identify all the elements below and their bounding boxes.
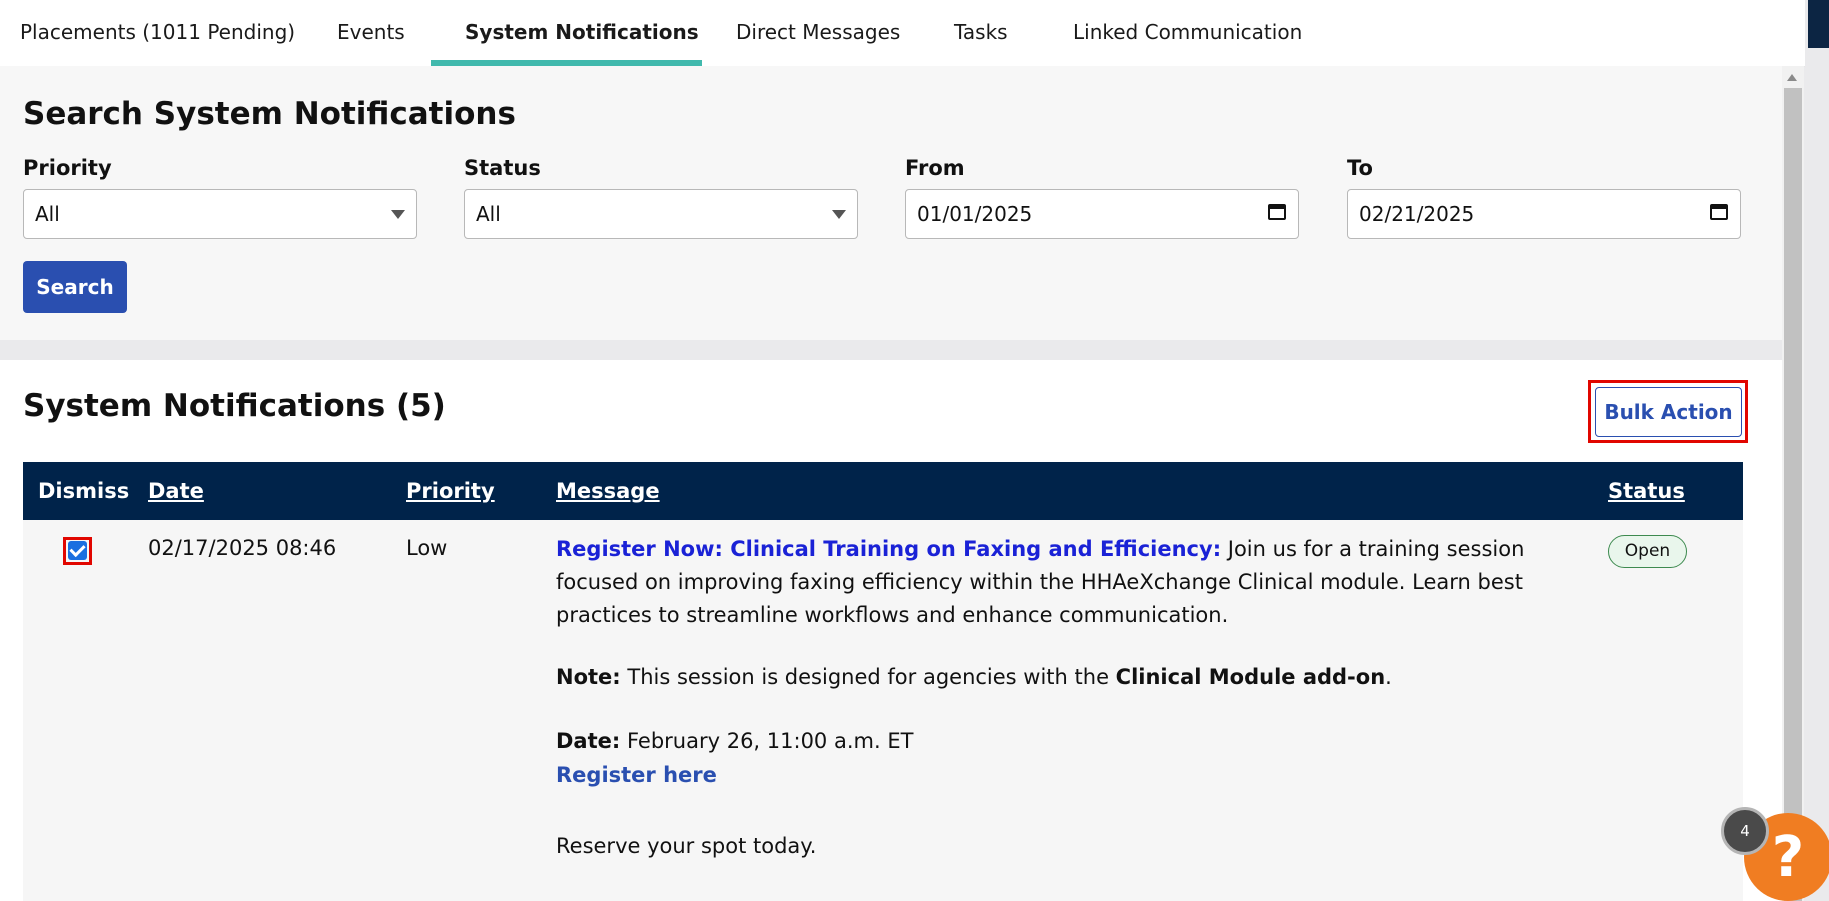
to-label: To	[1347, 156, 1373, 180]
tab-tasks[interactable]: Tasks	[954, 0, 1008, 64]
date-text: February 26, 11:00 a.m. ET	[620, 729, 914, 753]
priority-label: Priority	[23, 156, 112, 180]
column-priority[interactable]: Priority	[406, 462, 495, 520]
scroll-up-icon[interactable]	[1787, 74, 1797, 81]
row-priority: Low	[406, 536, 448, 560]
status-badge: Open	[1608, 535, 1687, 568]
tab-placements[interactable]: Placements (1011 Pending)	[20, 0, 295, 64]
note-end: .	[1385, 665, 1392, 689]
status-select-value: All	[476, 202, 501, 226]
message-note: Note: This session is designed for agenc…	[556, 661, 1586, 694]
search-title: Search System Notifications	[23, 96, 516, 132]
dismiss-checkbox[interactable]	[68, 540, 87, 560]
priority-select[interactable]: All	[23, 189, 417, 239]
scrollbar[interactable]	[1782, 66, 1804, 901]
date-label: Date:	[556, 729, 621, 753]
column-message[interactable]: Message	[556, 462, 660, 520]
bulk-action-button[interactable]: Bulk Action	[1595, 387, 1742, 437]
note-label: Note:	[556, 665, 621, 689]
message-paragraph: Register Now: Clinical Training on Faxin…	[556, 533, 1586, 632]
from-date-input[interactable]: 01/01/2025	[905, 189, 1299, 239]
help-count-badge: 4	[1721, 807, 1769, 855]
row-date: 02/17/2025 08:46	[148, 536, 337, 560]
tab-system-notifications[interactable]: System Notifications	[465, 0, 699, 64]
checkmark-icon	[69, 540, 86, 558]
calendar-icon[interactable]	[1710, 204, 1728, 220]
search-button[interactable]: Search	[23, 261, 127, 313]
tab-bar: Placements (1011 Pending) Events System …	[0, 0, 1805, 67]
message-date: Date: February 26, 11:00 a.m. ET	[556, 725, 1586, 758]
results-title: System Notifications (5)	[23, 388, 446, 424]
table-header: Dismiss Date Priority Message Status	[23, 462, 1743, 520]
register-line: Register here	[556, 759, 1586, 792]
chevron-down-icon	[832, 210, 846, 219]
chevron-down-icon	[391, 210, 405, 219]
tab-linked-communication[interactable]: Linked Communication	[1073, 0, 1302, 64]
status-label: Status	[464, 156, 541, 180]
register-link[interactable]: Register here	[556, 763, 717, 787]
priority-select-value: All	[35, 202, 60, 226]
header-edge	[1808, 0, 1829, 48]
to-date-input[interactable]: 02/21/2025	[1347, 189, 1741, 239]
from-label: From	[905, 156, 965, 180]
tab-direct-messages[interactable]: Direct Messages	[736, 0, 900, 64]
column-dismiss: Dismiss	[38, 479, 130, 503]
note-text: This session is designed for agencies wi…	[620, 665, 1116, 689]
column-status[interactable]: Status	[1608, 462, 1685, 520]
scroll-thumb[interactable]	[1784, 88, 1802, 901]
from-date-value: 01/01/2025	[917, 202, 1033, 226]
status-select[interactable]: All	[464, 189, 858, 239]
tab-events[interactable]: Events	[337, 0, 405, 64]
calendar-icon[interactable]	[1268, 204, 1286, 220]
note-bold: Clinical Module add-on	[1115, 665, 1386, 689]
message-closing: Reserve your spot today.	[556, 834, 817, 858]
message-title: Register Now: Clinical Training on Faxin…	[556, 537, 1222, 561]
column-date[interactable]: Date	[148, 462, 204, 520]
to-date-value: 02/21/2025	[1359, 202, 1475, 226]
